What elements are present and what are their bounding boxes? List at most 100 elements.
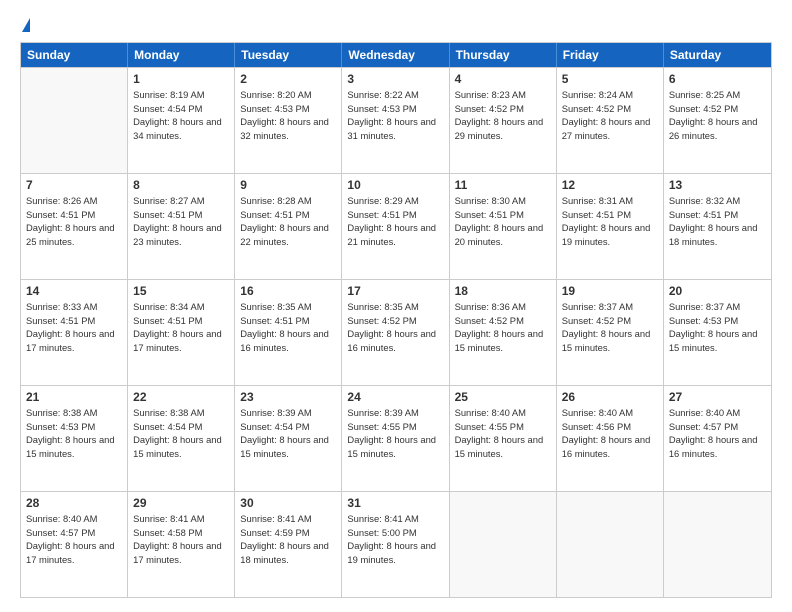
cal-cell-2: 2Sunrise: 8:20 AMSunset: 4:53 PMDaylight… [235, 68, 342, 173]
daylight-text: Daylight: 8 hours and 18 minutes. [240, 539, 336, 566]
daylight-text: Daylight: 8 hours and 27 minutes. [562, 115, 658, 142]
cal-cell-23: 23Sunrise: 8:39 AMSunset: 4:54 PMDayligh… [235, 386, 342, 491]
cal-cell-22: 22Sunrise: 8:38 AMSunset: 4:54 PMDayligh… [128, 386, 235, 491]
day-number: 15 [133, 284, 229, 298]
sunset-text: Sunset: 4:51 PM [562, 208, 658, 222]
sunset-text: Sunset: 5:00 PM [347, 526, 443, 540]
sunset-text: Sunset: 4:51 PM [669, 208, 766, 222]
cal-header-thursday: Thursday [450, 43, 557, 67]
daylight-text: Daylight: 8 hours and 31 minutes. [347, 115, 443, 142]
daylight-text: Daylight: 8 hours and 16 minutes. [240, 327, 336, 354]
sunset-text: Sunset: 4:53 PM [240, 102, 336, 116]
sunrise-text: Sunrise: 8:29 AM [347, 194, 443, 208]
sunset-text: Sunset: 4:53 PM [347, 102, 443, 116]
daylight-text: Daylight: 8 hours and 15 minutes. [347, 433, 443, 460]
daylight-text: Daylight: 8 hours and 25 minutes. [26, 221, 122, 248]
cal-header-friday: Friday [557, 43, 664, 67]
sunrise-text: Sunrise: 8:41 AM [133, 512, 229, 526]
sunrise-text: Sunrise: 8:38 AM [133, 406, 229, 420]
day-number: 22 [133, 390, 229, 404]
cal-cell-empty-0 [21, 68, 128, 173]
daylight-text: Daylight: 8 hours and 29 minutes. [455, 115, 551, 142]
day-number: 9 [240, 178, 336, 192]
day-number: 3 [347, 72, 443, 86]
sunset-text: Sunset: 4:52 PM [347, 314, 443, 328]
day-number: 1 [133, 72, 229, 86]
daylight-text: Daylight: 8 hours and 20 minutes. [455, 221, 551, 248]
cal-cell-30: 30Sunrise: 8:41 AMSunset: 4:59 PMDayligh… [235, 492, 342, 597]
daylight-text: Daylight: 8 hours and 15 minutes. [669, 327, 766, 354]
day-number: 24 [347, 390, 443, 404]
day-number: 7 [26, 178, 122, 192]
sunrise-text: Sunrise: 8:20 AM [240, 88, 336, 102]
sunset-text: Sunset: 4:51 PM [240, 314, 336, 328]
sunrise-text: Sunrise: 8:41 AM [347, 512, 443, 526]
cal-cell-27: 27Sunrise: 8:40 AMSunset: 4:57 PMDayligh… [664, 386, 771, 491]
sunset-text: Sunset: 4:53 PM [26, 420, 122, 434]
sunrise-text: Sunrise: 8:26 AM [26, 194, 122, 208]
daylight-text: Daylight: 8 hours and 15 minutes. [455, 433, 551, 460]
sunrise-text: Sunrise: 8:24 AM [562, 88, 658, 102]
sunset-text: Sunset: 4:51 PM [133, 314, 229, 328]
sunset-text: Sunset: 4:55 PM [347, 420, 443, 434]
cal-header-wednesday: Wednesday [342, 43, 449, 67]
day-number: 16 [240, 284, 336, 298]
day-number: 10 [347, 178, 443, 192]
cal-cell-31: 31 Sunrise: 8:41 AMSunset: 5:00 PMDayligh… [342, 492, 449, 597]
sunset-text: Sunset: 4:51 PM [26, 208, 122, 222]
day-number: 23 [240, 390, 336, 404]
daylight-text: Daylight: 8 hours and 18 minutes. [669, 221, 766, 248]
daylight-text: Daylight: 8 hours and 34 minutes. [133, 115, 229, 142]
sunrise-text: Sunrise: 8:40 AM [455, 406, 551, 420]
sunset-text: Sunset: 4:51 PM [133, 208, 229, 222]
sunrise-text: Sunrise: 8:34 AM [133, 300, 229, 314]
sunset-text: Sunset: 4:55 PM [455, 420, 551, 434]
sunrise-text: Sunrise: 8:35 AM [240, 300, 336, 314]
sunset-text: Sunset: 4:51 PM [347, 208, 443, 222]
sunrise-text: Sunrise: 8:25 AM [669, 88, 766, 102]
calendar-header-row: SundayMondayTuesdayWednesdayThursdayFrid… [21, 43, 771, 67]
cal-cell-empty-4 [450, 492, 557, 597]
daylight-text: Daylight: 8 hours and 19 minutes. [347, 539, 443, 566]
calendar-body: 1Sunrise: 8:19 AMSunset: 4:54 PMDaylight… [21, 67, 771, 597]
sunset-text: Sunset: 4:56 PM [562, 420, 658, 434]
sunset-text: Sunset: 4:57 PM [669, 420, 766, 434]
sunrise-text: Sunrise: 8:28 AM [240, 194, 336, 208]
calendar-week-2: 7Sunrise: 8:26 AMSunset: 4:51 PMDaylight… [21, 173, 771, 279]
cal-cell-9: 9Sunrise: 8:28 AMSunset: 4:51 PMDaylight… [235, 174, 342, 279]
cal-cell-17: 17Sunrise: 8:35 AMSunset: 4:52 PMDayligh… [342, 280, 449, 385]
cal-cell-empty-6 [664, 492, 771, 597]
day-number: 11 [455, 178, 551, 192]
cal-cell-26: 26Sunrise: 8:40 AMSunset: 4:56 PMDayligh… [557, 386, 664, 491]
sunset-text: Sunset: 4:52 PM [562, 314, 658, 328]
sunrise-text: Sunrise: 8:33 AM [26, 300, 122, 314]
daylight-text: Daylight: 8 hours and 23 minutes. [133, 221, 229, 248]
sunset-text: Sunset: 4:52 PM [562, 102, 658, 116]
logo [20, 18, 30, 32]
cal-cell-8: 8 Sunrise: 8:27 AMSunset: 4:51 PMDaylight… [128, 174, 235, 279]
day-number: 31 [347, 496, 443, 510]
cal-cell-11: 11Sunrise: 8:30 AMSunset: 4:51 PMDayligh… [450, 174, 557, 279]
sunset-text: Sunset: 4:51 PM [26, 314, 122, 328]
daylight-text: Daylight: 8 hours and 15 minutes. [562, 327, 658, 354]
sunrise-text: Sunrise: 8:38 AM [26, 406, 122, 420]
page: SundayMondayTuesdayWednesdayThursdayFrid… [0, 0, 792, 612]
sunset-text: Sunset: 4:58 PM [133, 526, 229, 540]
daylight-text: Daylight: 8 hours and 15 minutes. [133, 433, 229, 460]
sunrise-text: Sunrise: 8:27 AM [133, 194, 229, 208]
cal-cell-13: 13Sunrise: 8:32 AMSunset: 4:51 PMDayligh… [664, 174, 771, 279]
sunset-text: Sunset: 4:54 PM [240, 420, 336, 434]
sunset-text: Sunset: 4:57 PM [26, 526, 122, 540]
day-number: 30 [240, 496, 336, 510]
day-number: 18 [455, 284, 551, 298]
daylight-text: Daylight: 8 hours and 26 minutes. [669, 115, 766, 142]
cal-cell-10: 10Sunrise: 8:29 AMSunset: 4:51 PMDayligh… [342, 174, 449, 279]
daylight-text: Daylight: 8 hours and 22 minutes. [240, 221, 336, 248]
sunrise-text: Sunrise: 8:40 AM [669, 406, 766, 420]
day-number: 14 [26, 284, 122, 298]
cal-cell-15: 15Sunrise: 8:34 AMSunset: 4:51 PMDayligh… [128, 280, 235, 385]
cal-cell-4: 4Sunrise: 8:23 AMSunset: 4:52 PMDaylight… [450, 68, 557, 173]
day-number: 28 [26, 496, 122, 510]
day-number: 8 [133, 178, 229, 192]
day-number: 29 [133, 496, 229, 510]
